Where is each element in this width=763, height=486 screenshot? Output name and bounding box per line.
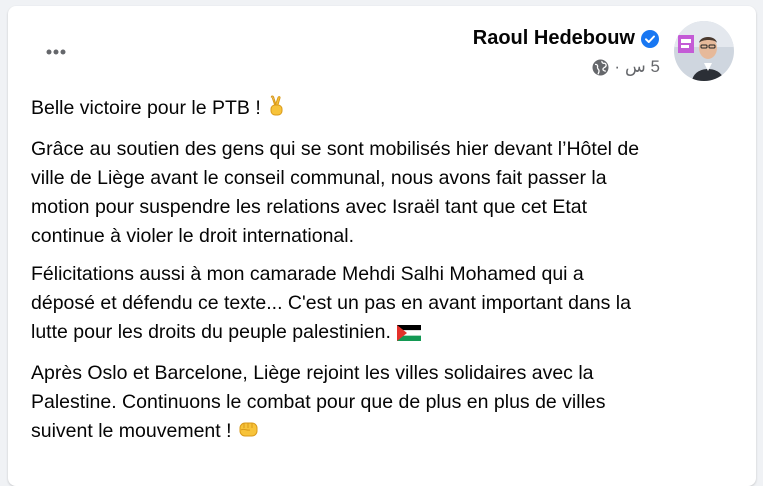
post-paragraph-2: Grâce au soutien des gens qui se sont mo… — [31, 135, 736, 251]
post-paragraph-4: Après Oslo et Barcelone, Liège rejoint l… — [31, 359, 736, 449]
post-header: Raoul Hedebouw · 5 س — [8, 6, 756, 86]
victory-hand-emoji — [267, 95, 287, 126]
post-meta: · 5 س — [592, 57, 660, 77]
more-icon — [46, 49, 66, 55]
meta-separator: · — [614, 57, 621, 76]
post-timestamp[interactable]: 5 س — [625, 57, 660, 77]
post-body: Belle victoire pour le PTB ! Grâce au so… — [31, 94, 736, 458]
paragraph-text: Après Oslo et Barcelone, Liège rejoint l… — [31, 362, 606, 442]
globe-icon[interactable] — [592, 59, 609, 76]
palestine-flag-emoji — [396, 321, 422, 350]
post-paragraph-3: Félicitations aussi à mon camarade Mehdi… — [31, 260, 736, 350]
raised-fist-emoji — [238, 418, 260, 449]
author-avatar[interactable] — [674, 21, 734, 81]
paragraph-text: Belle victoire pour le PTB ! — [31, 97, 261, 119]
paragraph-text: Félicitations aussi à mon camarade Mehdi… — [31, 263, 631, 343]
paragraph-text: Grâce au soutien des gens qui se sont mo… — [31, 138, 640, 247]
author-line: Raoul Hedebouw — [473, 27, 659, 50]
post-paragraph-1: Belle victoire pour le PTB ! — [31, 94, 736, 126]
author-name[interactable]: Raoul Hedebouw — [473, 27, 635, 50]
more-options-button[interactable] — [38, 34, 74, 70]
verified-badge-icon — [641, 29, 659, 48]
post-card: Raoul Hedebouw · 5 س Belle victoire pour… — [8, 6, 756, 486]
